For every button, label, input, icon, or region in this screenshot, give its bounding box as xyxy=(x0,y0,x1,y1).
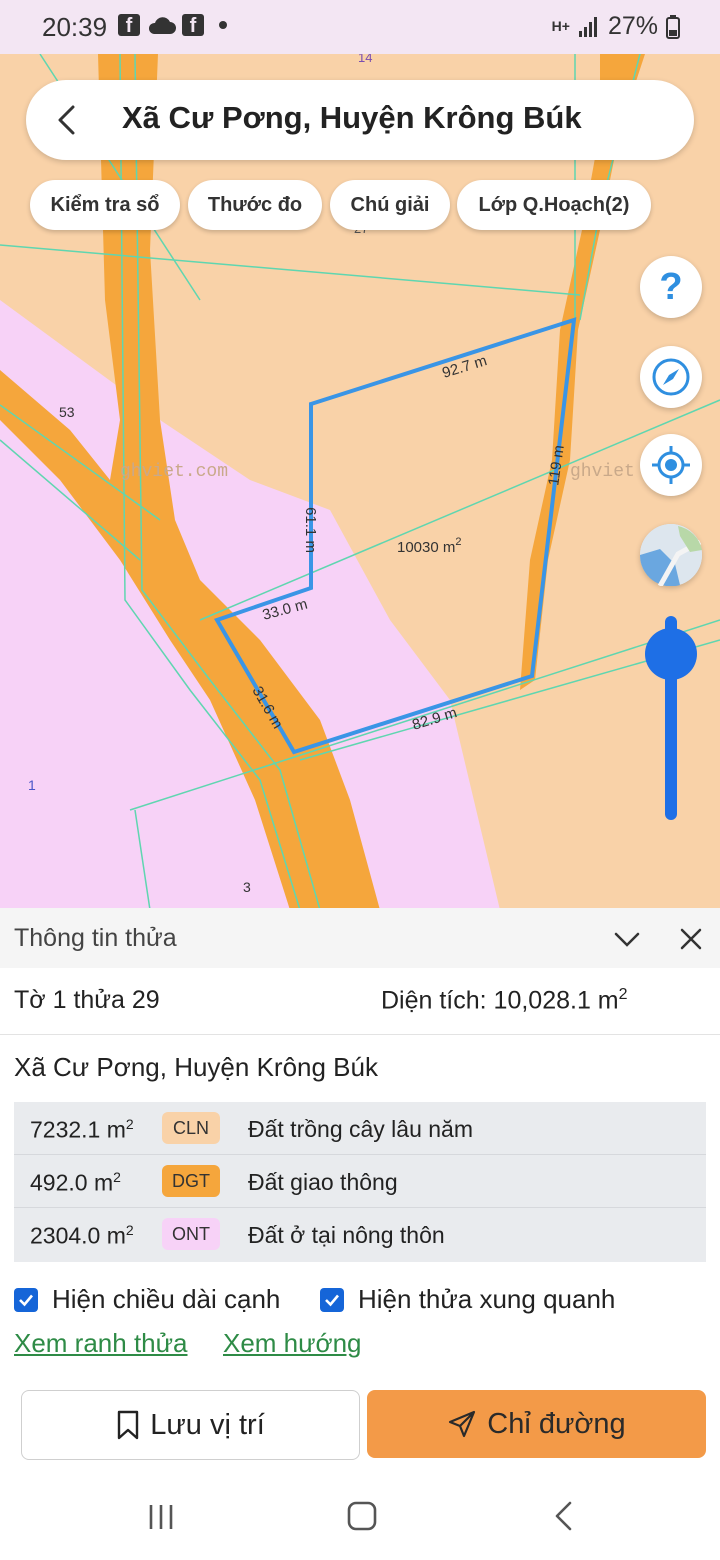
edge-length-label: 61.1 m xyxy=(302,507,319,553)
map-layer-icon xyxy=(640,524,702,586)
facebook-icon: f xyxy=(182,14,204,37)
land-use-description: Đất ở tại nông thôn xyxy=(248,1222,445,1248)
show-neighbors-checkbox[interactable]: Hiện thửa xung quanh xyxy=(320,1284,615,1315)
checkbox-label: Hiện thửa xung quanh xyxy=(358,1284,616,1314)
back-nav-icon[interactable] xyxy=(550,1500,580,1532)
save-location-label: Lưu vị trí xyxy=(150,1408,265,1441)
cloud-icon xyxy=(148,17,176,34)
network-type: H+ xyxy=(551,18,570,34)
status-right: H+ 27% xyxy=(552,12,680,41)
recent-apps-icon[interactable] xyxy=(146,1502,176,1532)
parcel-number-label: 3 xyxy=(243,879,251,895)
land-use-code-badge: ONT xyxy=(162,1218,220,1250)
parcel-number-label: 53 xyxy=(59,404,75,420)
measure-chip[interactable]: Thước đo xyxy=(188,180,322,230)
directions-label: Chỉ đường xyxy=(487,1407,626,1440)
checkbox-label: Hiện chiều dài cạnh xyxy=(52,1284,281,1314)
compass-button[interactable] xyxy=(640,346,702,408)
crosshair-icon xyxy=(652,446,690,484)
bookmark-icon xyxy=(118,1410,139,1440)
chevron-down-icon[interactable] xyxy=(612,924,642,954)
close-icon[interactable] xyxy=(676,924,706,954)
page-title: Xã Cư Pơng, Huyện Krông Búk xyxy=(122,100,582,135)
svg-text:?: ? xyxy=(659,267,682,307)
show-edge-length-checkbox[interactable]: Hiện chiều dài cạnh xyxy=(14,1284,280,1315)
land-use-code-badge: DGT xyxy=(162,1165,220,1197)
question-icon: ? xyxy=(659,267,682,307)
save-location-button[interactable]: Lưu vị trí xyxy=(21,1390,360,1460)
land-use-description: Đất giao thông xyxy=(248,1169,398,1195)
view-direction-link[interactable]: Xem hướng xyxy=(223,1328,362,1359)
status-bar: 20:39 f f H+ 27% xyxy=(0,0,720,54)
parcel-id: Tờ 1 thửa 29 xyxy=(14,986,160,1014)
land-use-table: 7232.1 m2 CLN Đất trồng cây lâu năm 492.… xyxy=(14,1102,706,1262)
view-boundary-link[interactable]: Xem ranh thửa xyxy=(14,1328,188,1359)
land-use-code-badge: CLN xyxy=(162,1112,220,1144)
check-certificate-chip[interactable]: Kiểm tra sổ xyxy=(30,180,180,230)
legend-chip[interactable]: Chú giải xyxy=(330,180,450,230)
watermark: ghviet.com xyxy=(120,462,228,482)
back-arrow-icon[interactable] xyxy=(50,102,86,138)
watermark: ghviet xyxy=(570,462,635,482)
parcel-area: Diện tích: 10,028.1 m2 xyxy=(381,986,628,1015)
land-use-area: 492.0 m2 xyxy=(30,1169,121,1196)
panel-header: Thông tin thửa xyxy=(0,908,720,968)
home-icon[interactable] xyxy=(346,1500,378,1532)
checkbox-checked-icon[interactable] xyxy=(14,1287,38,1312)
land-use-description: Đất trồng cây lâu năm xyxy=(248,1116,474,1142)
location-title-bar: Xã Cư Pơng, Huyện Krông Búk xyxy=(26,80,694,160)
facebook-icon: f xyxy=(118,14,140,37)
my-location-button[interactable] xyxy=(640,434,702,496)
parcel-number-label: 14 xyxy=(358,54,372,65)
map-type-button[interactable] xyxy=(640,524,702,586)
directions-button[interactable]: Chỉ đường xyxy=(367,1390,706,1458)
send-arrow-icon xyxy=(449,1410,476,1438)
zoom-slider-handle[interactable] xyxy=(645,628,697,680)
land-use-row: 2304.0 m2 ONT Đất ở tại nông thôn xyxy=(14,1208,706,1261)
signal-icon xyxy=(578,16,597,37)
land-use-row: 7232.1 m2 CLN Đất trồng cây lâu năm xyxy=(14,1102,706,1155)
parcel-area-label: 10030 m2 xyxy=(397,536,462,556)
checkbox-checked-icon[interactable] xyxy=(320,1287,344,1312)
parcel-number-label: 1 xyxy=(28,777,36,793)
land-use-area: 7232.1 m2 xyxy=(30,1116,134,1143)
battery-percent: 27% xyxy=(607,12,658,40)
compass-icon xyxy=(652,358,690,396)
parcel-info-panel: Thông tin thửa Tờ 1 thửa 29 Diện tích: 1… xyxy=(0,908,720,1468)
battery-icon xyxy=(666,14,680,39)
dot-icon xyxy=(219,21,227,29)
land-use-area: 2304.0 m2 xyxy=(30,1222,134,1249)
system-nav-bar xyxy=(0,1468,720,1560)
parcel-address: Xã Cư Pơng, Huyện Krông Búk xyxy=(14,1052,378,1082)
land-use-row: 492.0 m2 DGT Đất giao thông xyxy=(14,1155,706,1208)
divider xyxy=(0,1034,720,1035)
status-time: 20:39 xyxy=(42,12,108,42)
panel-title: Thông tin thửa xyxy=(14,924,177,952)
help-button[interactable]: ? xyxy=(640,256,702,318)
planning-layer-chip[interactable]: Lớp Q.Hoạch(2) xyxy=(457,180,651,230)
